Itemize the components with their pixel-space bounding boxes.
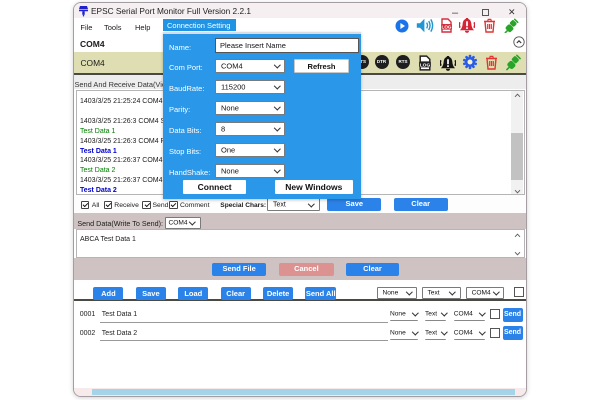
svg-text:LOG: LOG [442,25,452,30]
svg-text:LOG: LOG [420,62,431,68]
